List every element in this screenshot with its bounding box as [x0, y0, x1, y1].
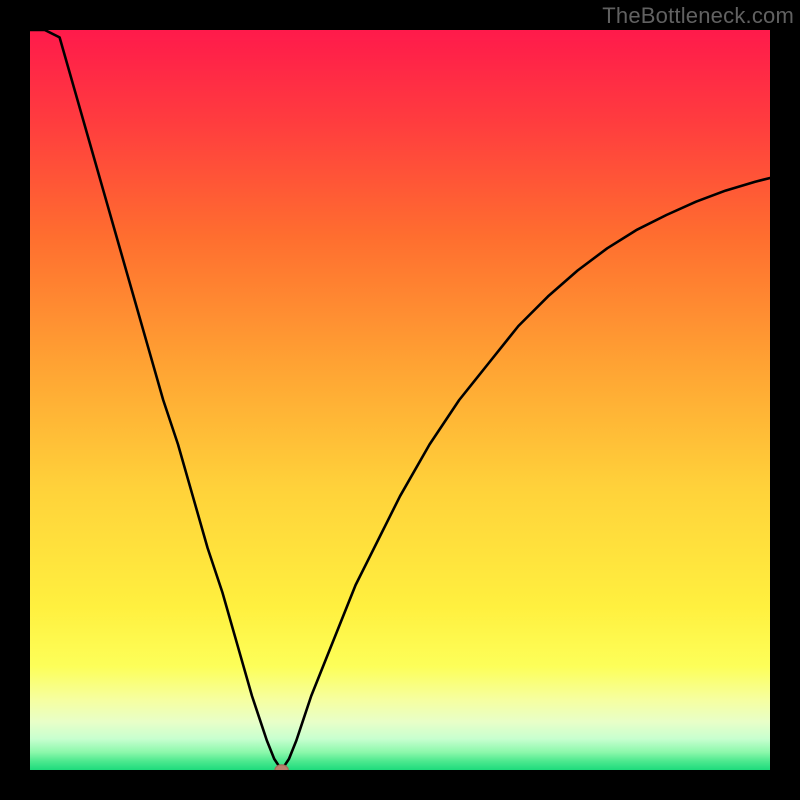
watermark-text: TheBottleneck.com: [602, 3, 794, 29]
gradient-background: [30, 30, 770, 770]
bottleneck-chart: [30, 30, 770, 770]
chart-frame: { "watermark": "TheBottleneck.com", "col…: [0, 0, 800, 800]
